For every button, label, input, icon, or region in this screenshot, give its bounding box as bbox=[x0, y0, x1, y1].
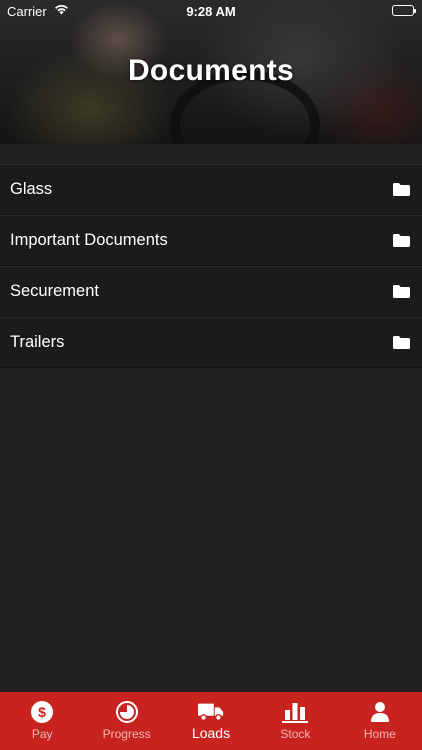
tab-bar: $ Pay Progress Loads Stock Home bbox=[0, 692, 422, 750]
folder-label: Glass bbox=[10, 180, 53, 198]
folder-row-trailers[interactable]: Trailers bbox=[0, 317, 422, 368]
tab-pay[interactable]: $ Pay bbox=[0, 692, 84, 750]
tab-progress[interactable]: Progress bbox=[84, 692, 168, 750]
folder-icon bbox=[393, 183, 410, 196]
tab-label: Loads bbox=[191, 725, 231, 741]
folder-icon bbox=[393, 234, 410, 247]
tab-stock[interactable]: Stock bbox=[253, 692, 337, 750]
folder-label: Important Documents bbox=[10, 231, 168, 249]
person-icon bbox=[367, 700, 393, 724]
tab-label: Pay bbox=[31, 727, 53, 741]
folder-row-securement[interactable]: Securement bbox=[0, 266, 422, 317]
truck-icon bbox=[198, 700, 224, 724]
tab-label: Progress bbox=[102, 727, 151, 741]
svg-text:$: $ bbox=[38, 704, 46, 720]
dollar-coin-icon: $ bbox=[29, 700, 55, 724]
tab-label: Home bbox=[363, 727, 396, 741]
bar-chart-icon bbox=[282, 700, 309, 724]
folder-label: Trailers bbox=[10, 333, 65, 351]
tab-label: Stock bbox=[280, 727, 311, 741]
clock: 9:28 AM bbox=[186, 4, 236, 19]
tab-home[interactable]: Home bbox=[338, 692, 422, 750]
status-bar: Carrier 9:28 AM bbox=[0, 0, 422, 22]
page-title: Documents bbox=[127, 54, 295, 87]
folder-list: Glass Important Documents Securement Tra… bbox=[0, 164, 422, 368]
folder-icon bbox=[393, 285, 410, 298]
folder-row-important-documents[interactable]: Important Documents bbox=[0, 215, 422, 266]
folder-label: Securement bbox=[10, 282, 99, 300]
tab-loads[interactable]: Loads bbox=[169, 692, 253, 750]
battery-icon bbox=[392, 5, 416, 16]
progress-pie-icon bbox=[114, 700, 140, 724]
folder-row-glass[interactable]: Glass bbox=[0, 164, 422, 215]
folder-icon bbox=[393, 336, 410, 349]
